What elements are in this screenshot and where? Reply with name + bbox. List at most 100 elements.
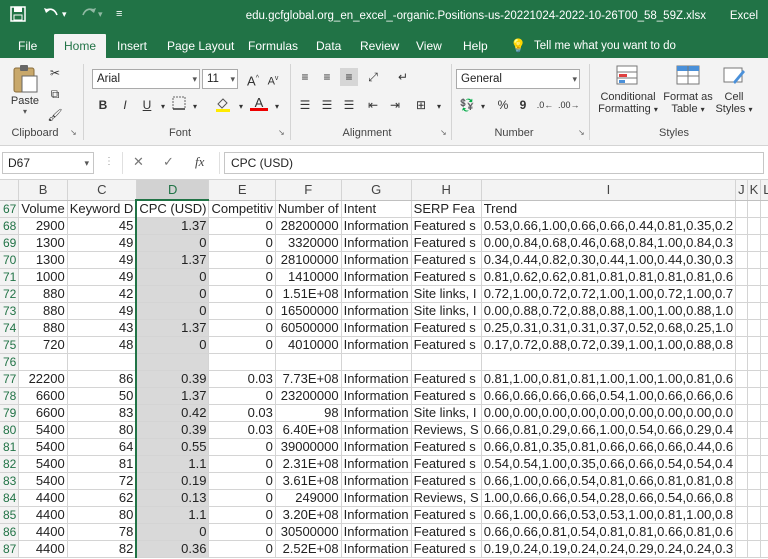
cell[interactable]	[747, 455, 762, 473]
cell[interactable]: Information	[341, 336, 412, 354]
cell[interactable]	[760, 200, 768, 218]
cell[interactable]: 0.13	[135, 489, 210, 507]
cell[interactable]: Featured s	[411, 472, 482, 490]
cell[interactable]	[747, 336, 762, 354]
cell[interactable]: 4400	[18, 506, 68, 524]
more-options-icon[interactable]: ⋮	[104, 156, 114, 167]
cell[interactable]	[760, 336, 768, 354]
cell[interactable]: 49	[67, 268, 137, 286]
cell[interactable]	[747, 540, 762, 558]
paste-dropdown-icon[interactable]: ▾	[8, 107, 42, 116]
cell[interactable]	[760, 421, 768, 439]
cell[interactable]: Information	[341, 438, 412, 456]
cell[interactable]: 1000	[18, 268, 68, 286]
cell[interactable]	[735, 506, 748, 524]
cell[interactable]: 5400	[18, 421, 68, 439]
cell[interactable]	[747, 200, 762, 218]
cell[interactable]	[735, 472, 748, 490]
cell[interactable]	[18, 353, 68, 371]
cell[interactable]	[735, 523, 748, 541]
cell[interactable]: 0.66,0.66,0.66,0.66,0.54,1.00,0.66,0.66,…	[481, 387, 737, 405]
cell[interactable]: 0	[135, 523, 210, 541]
enter-icon[interactable]: ✓	[163, 154, 174, 170]
cell[interactable]: 0	[208, 523, 276, 541]
cell[interactable]: Featured s	[411, 540, 482, 558]
cell[interactable]: 5400	[18, 455, 68, 473]
font-size-select[interactable]: 11 ▾	[202, 69, 238, 89]
cell[interactable]: Information	[341, 421, 412, 439]
column-header-l[interactable]: L	[760, 180, 768, 201]
column-header-f[interactable]: F	[275, 180, 342, 201]
cell[interactable]: 28200000	[275, 217, 342, 235]
cell[interactable]	[747, 302, 762, 320]
lightbulb-icon[interactable]: 💡	[510, 34, 526, 58]
top-align-icon[interactable]: ≡	[296, 68, 314, 86]
cell[interactable]: 0.36	[135, 540, 210, 558]
cell[interactable]: 880	[18, 285, 68, 303]
cell[interactable]: Site links, I	[411, 285, 482, 303]
fill-color-icon[interactable]	[214, 96, 232, 114]
fill-dropdown-icon[interactable]: ▾	[232, 98, 250, 116]
cell[interactable]	[747, 285, 762, 303]
cell[interactable]: 1.51E+08	[275, 285, 342, 303]
cell[interactable]: 1.37	[135, 217, 210, 235]
cell[interactable]: 0	[208, 387, 276, 405]
cell[interactable]: 0	[208, 472, 276, 490]
select-all-corner[interactable]	[0, 180, 20, 201]
cell[interactable]: 98	[275, 404, 342, 422]
cell[interactable]: 0.25,0.31,0.31,0.31,0.37,0.52,0.68,0.25,…	[481, 319, 737, 337]
column-header-e[interactable]: E	[208, 180, 276, 201]
cell[interactable]: Featured s	[411, 455, 482, 473]
cell[interactable]	[760, 234, 768, 252]
cell[interactable]: 1410000	[275, 268, 342, 286]
insert-function-icon[interactable]: fx	[195, 154, 204, 170]
cell[interactable]	[747, 353, 762, 371]
column-header-b[interactable]: B	[18, 180, 68, 201]
save-icon[interactable]	[10, 6, 26, 26]
cell[interactable]: 1300	[18, 234, 68, 252]
increase-font-icon[interactable]: A^	[244, 70, 262, 88]
cell[interactable]	[747, 489, 762, 507]
cell[interactable]: Reviews, S	[411, 421, 482, 439]
cell[interactable]: 0.66,0.81,0.35,0.81,0.66,0.66,0.66,0.44,…	[481, 438, 737, 456]
cell[interactable]: 1.00,0.66,0.66,0.54,0.28,0.66,0.54,0.66,…	[481, 489, 737, 507]
middle-align-icon[interactable]: ≡	[318, 68, 336, 86]
cell[interactable]: 86	[67, 370, 137, 388]
cell[interactable]: Information	[341, 523, 412, 541]
cell[interactable]	[760, 302, 768, 320]
cell[interactable]: Site links, I	[411, 404, 482, 422]
cell[interactable]: Featured s	[411, 387, 482, 405]
row-header[interactable]: 69	[0, 234, 20, 252]
cell[interactable]: Featured s	[411, 506, 482, 524]
cell[interactable]: 0.39	[135, 421, 210, 439]
cell[interactable]: 0.42	[135, 404, 210, 422]
italic-icon[interactable]: I	[116, 96, 134, 114]
tell-me-search[interactable]: Tell me what you want to do	[534, 34, 676, 58]
cell[interactable]: 0	[208, 268, 276, 286]
cell[interactable]: Information	[341, 302, 412, 320]
cell[interactable]: 0	[135, 268, 210, 286]
cell[interactable]: 0.39	[135, 370, 210, 388]
cell[interactable]	[747, 268, 762, 286]
row-header[interactable]: 77	[0, 370, 20, 388]
cell[interactable]	[735, 251, 748, 269]
row-header[interactable]: 79	[0, 404, 20, 422]
cell[interactable]	[735, 404, 748, 422]
cell[interactable]: 4010000	[275, 336, 342, 354]
tab-formulas[interactable]: Formulas	[248, 34, 298, 58]
number-launcher-icon[interactable]: ↘	[578, 128, 585, 137]
cell[interactable]	[735, 217, 748, 235]
tab-file[interactable]: File	[18, 34, 37, 58]
row-header[interactable]: 85	[0, 506, 20, 524]
cell[interactable]: 16500000	[275, 302, 342, 320]
cell[interactable]: 0.03	[208, 421, 276, 439]
cell[interactable]	[760, 251, 768, 269]
cell[interactable]	[735, 268, 748, 286]
cell[interactable]	[735, 353, 748, 371]
undo-icon[interactable]	[42, 6, 60, 26]
font-color-dropdown-icon[interactable]: ▾	[268, 98, 286, 116]
cell[interactable]: 0	[208, 234, 276, 252]
name-box[interactable]: D67 ▾	[2, 152, 94, 174]
cell[interactable]: 83	[67, 404, 137, 422]
cell[interactable]	[747, 251, 762, 269]
